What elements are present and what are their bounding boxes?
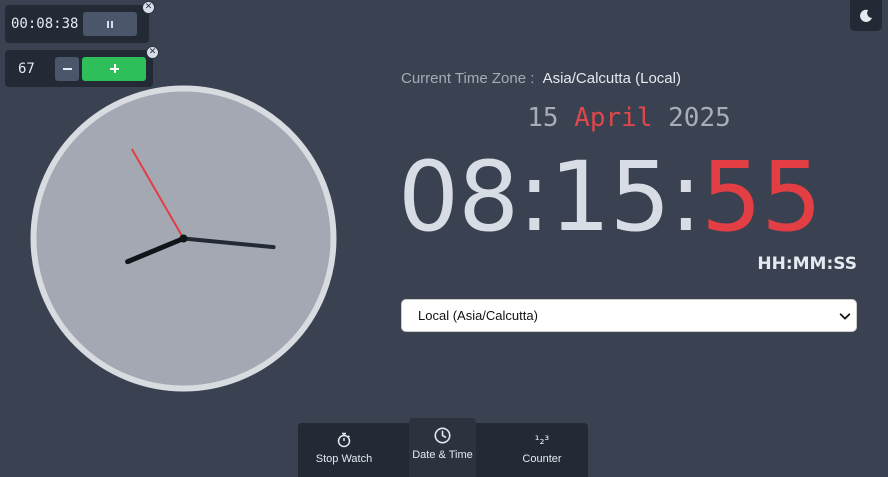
nav-label: Counter (522, 453, 562, 465)
nav-item-stopwatch[interactable]: Stop Watch (298, 423, 390, 477)
time-minutes: 15 (549, 141, 671, 253)
bottom-nav: Stop Watch Date & Time ¹₂³ Counter (298, 418, 588, 477)
timezone-select-value: Local (Asia/Calcutta) (418, 308, 538, 323)
nav-label: Date & Time (412, 449, 473, 461)
moon-icon (860, 9, 872, 22)
counter-widget: 67 ✕ (5, 46, 159, 87)
increment-button[interactable] (82, 56, 146, 81)
time-separator: : (518, 141, 550, 253)
decrement-button[interactable] (55, 56, 79, 81)
time-format-label: HH:MM:SS (757, 254, 857, 274)
date-year: 2025 (668, 103, 731, 133)
timezone-label: Current Time Zone : (401, 70, 535, 87)
digital-clock: 08:15:55 (398, 141, 822, 253)
clock-icon (434, 427, 451, 444)
nav-label: Stop Watch (315, 453, 373, 465)
date-month: April (574, 103, 653, 133)
nav-item-counter[interactable]: ¹₂³ Counter (498, 423, 586, 477)
time-seconds: 55 (701, 141, 822, 253)
timezone-select[interactable]: Local (Asia/Calcutta) (401, 299, 857, 332)
stopwatch-icon (337, 432, 351, 448)
date-display: 15 April 2025 (0, 103, 888, 133)
close-counter-icon[interactable]: ✕ (146, 46, 159, 59)
stopwatch-time: 00:08:38 (11, 16, 79, 32)
theme-toggle-button[interactable] (850, 0, 882, 31)
current-timezone: Current Time Zone : Asia/Calcutta (Local… (401, 70, 681, 87)
minus-icon (62, 67, 72, 70)
chevron-down-icon (839, 313, 851, 320)
pause-button[interactable] (83, 12, 137, 36)
date-day: 15 (527, 103, 559, 133)
time-separator: : (669, 141, 702, 253)
counter-value: 67 (18, 60, 35, 77)
counter-icon: ¹₂³ (534, 433, 550, 447)
close-stopwatch-icon[interactable]: ✕ (142, 1, 155, 14)
nav-item-date-time[interactable]: Date & Time (409, 418, 476, 477)
stopwatch-widget: 00:08:38 ✕ (5, 1, 155, 43)
timezone-value: Asia/Calcutta (Local) (542, 70, 681, 87)
time-hours: 08 (398, 141, 519, 253)
pause-icon (107, 20, 113, 28)
